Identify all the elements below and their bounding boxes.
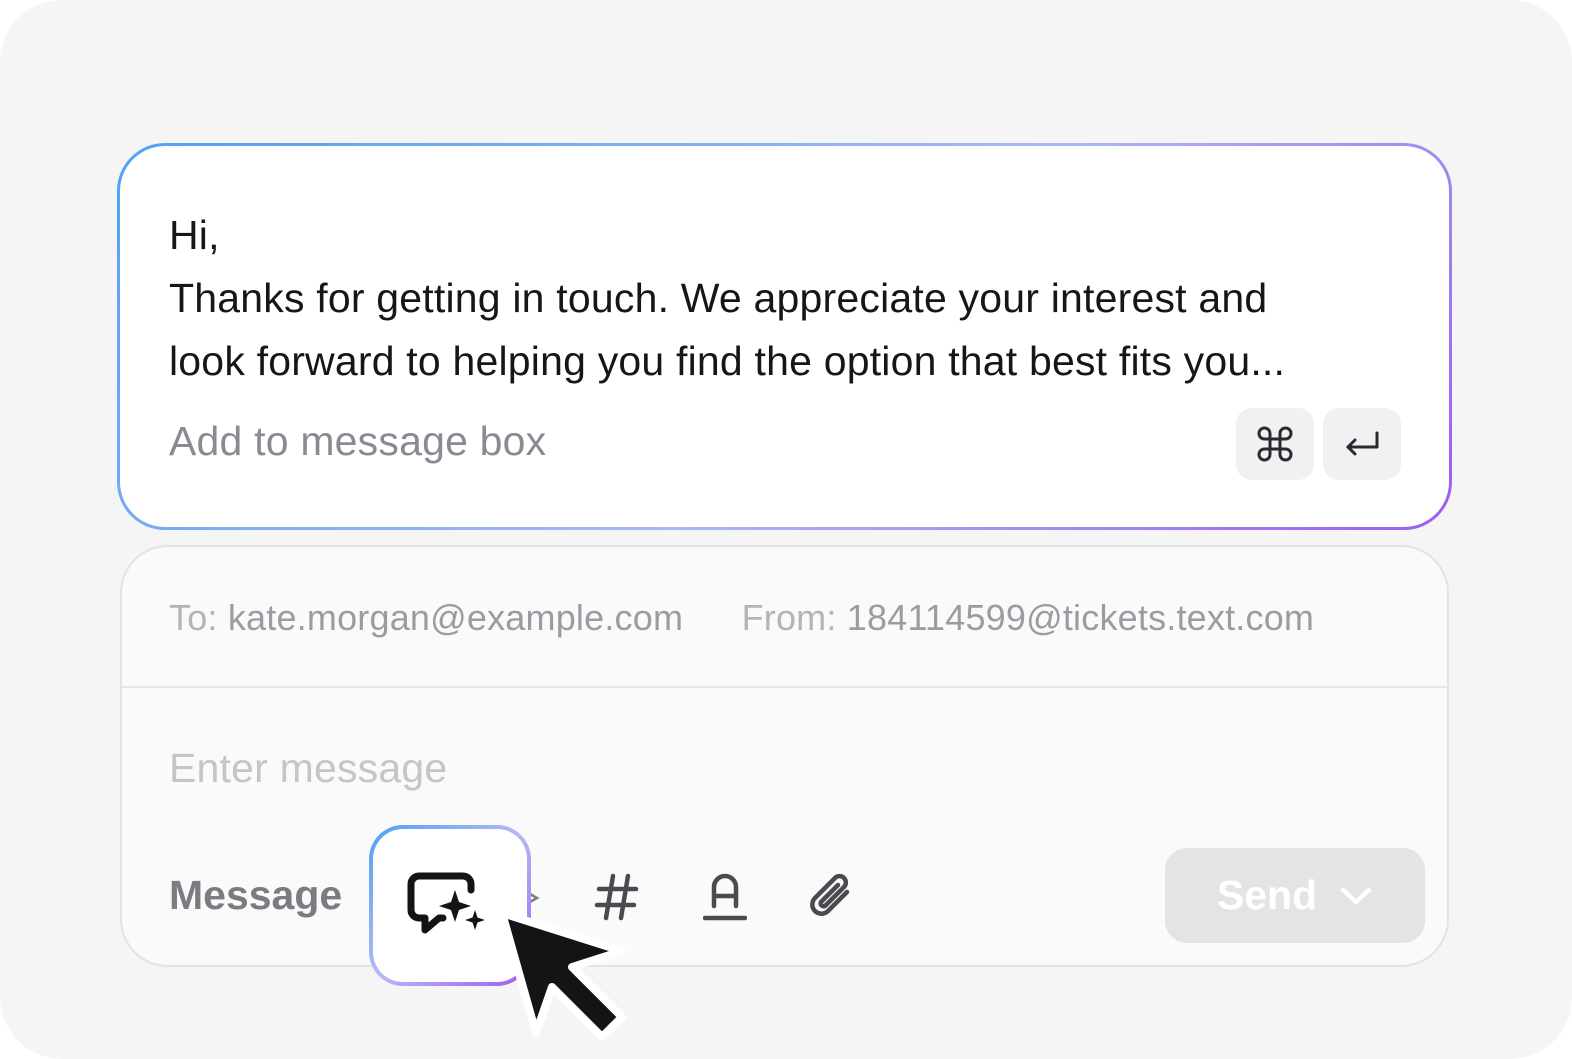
send-label: Send <box>1216 872 1318 918</box>
ai-suggestion-text: Hi, Thanks for getting in touch. We appr… <box>169 204 1409 393</box>
message-mode-tab[interactable]: Message <box>169 872 342 919</box>
message-input[interactable]: Enter message <box>169 745 447 792</box>
enter-key[interactable] <box>1323 408 1401 480</box>
text-format-button[interactable] <box>685 857 765 937</box>
paperclip-icon <box>810 873 850 916</box>
ai-suggestion-box: Hi, Thanks for getting in touch. We appr… <box>117 143 1452 530</box>
to-label: To: <box>169 597 218 638</box>
ai-suggestion-line: Thanks for getting in touch. We apprecia… <box>169 275 1268 321</box>
to-address[interactable]: kate.morgan@example.com <box>228 597 683 638</box>
from-label: From: <box>741 597 837 638</box>
app-canvas: Hi, Thanks for getting in touch. We appr… <box>0 0 1572 1059</box>
composer-divider <box>122 686 1447 688</box>
send-button[interactable]: Send <box>1165 848 1425 943</box>
ai-compose-icon <box>407 872 485 933</box>
enter-icon <box>1346 431 1379 456</box>
ai-suggestion-line: Hi, <box>169 212 220 258</box>
command-key[interactable] <box>1236 408 1314 480</box>
ai-suggestion-inner: Hi, Thanks for getting in touch. We appr… <box>120 146 1449 527</box>
from-address[interactable]: 184114599@tickets.text.com <box>847 597 1314 638</box>
chevron-down-icon <box>1340 887 1372 904</box>
add-to-message-box-hint[interactable]: Add to message box <box>169 418 546 465</box>
text-format-icon <box>703 873 747 921</box>
attach-button[interactable] <box>793 857 873 937</box>
address-row: To: kate.morgan@example.com From: 184114… <box>169 597 1314 639</box>
command-icon <box>1257 426 1293 462</box>
mouse-cursor-icon <box>498 909 626 1041</box>
message-composer: To: kate.morgan@example.com From: 184114… <box>120 545 1449 967</box>
ai-suggestion-line: look forward to helping you find the opt… <box>169 338 1286 384</box>
